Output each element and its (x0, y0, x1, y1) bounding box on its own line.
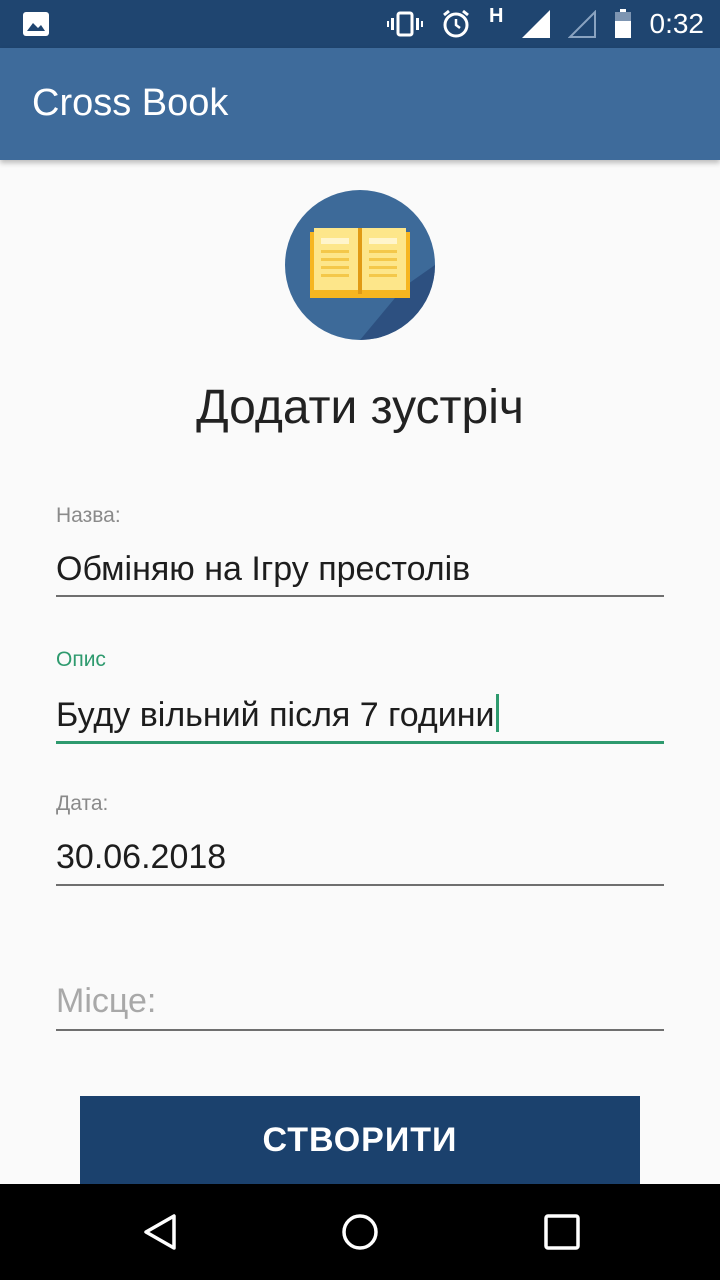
navigation-bar (0, 1184, 720, 1280)
date-field-label: Дата: (56, 792, 109, 815)
name-input[interactable]: Обміняю на Ігру престолів (56, 550, 470, 589)
home-icon[interactable] (340, 1212, 380, 1252)
description-input-text: Буду вільний після 7 години (56, 696, 495, 734)
recents-icon[interactable] (542, 1212, 582, 1252)
status-time: 0:32 (649, 8, 705, 39)
vibrate-icon (387, 11, 424, 37)
status-bar: H 0:32 (0, 0, 720, 48)
place-input[interactable]: Місце: (56, 982, 156, 1021)
date-underline (56, 884, 664, 886)
back-icon[interactable] (140, 1212, 180, 1252)
open-book-icon (285, 190, 435, 340)
app-bar: Cross Book (0, 48, 720, 160)
date-input[interactable]: 30.06.2018 (56, 838, 226, 877)
date-field[interactable]: Дата: 30.06.2018 (56, 792, 664, 888)
place-underline (56, 1029, 664, 1031)
signal-icon (521, 10, 550, 38)
name-underline (56, 595, 664, 597)
description-underline (56, 741, 664, 744)
image-icon (23, 12, 49, 36)
signal-empty-icon (567, 10, 596, 38)
network-type-label: H (489, 4, 504, 27)
place-field[interactable]: Місце: (56, 936, 664, 1032)
create-button[interactable]: СТВОРИТИ (80, 1096, 640, 1184)
name-field-label: Назва: (56, 504, 121, 527)
description-field[interactable]: Опис Буду вільний після 7 години (56, 648, 664, 748)
description-field-label: Опис (56, 648, 106, 671)
name-field[interactable]: Назва: Обміняю на Ігру престолів (56, 504, 664, 600)
text-cursor (495, 694, 499, 732)
alarm-icon (443, 9, 469, 38)
app-title: Cross Book (32, 82, 229, 124)
description-input[interactable]: Буду вільний після 7 години (56, 694, 499, 735)
page-title: Додати зустріч (196, 381, 524, 434)
battery-icon (614, 9, 631, 38)
